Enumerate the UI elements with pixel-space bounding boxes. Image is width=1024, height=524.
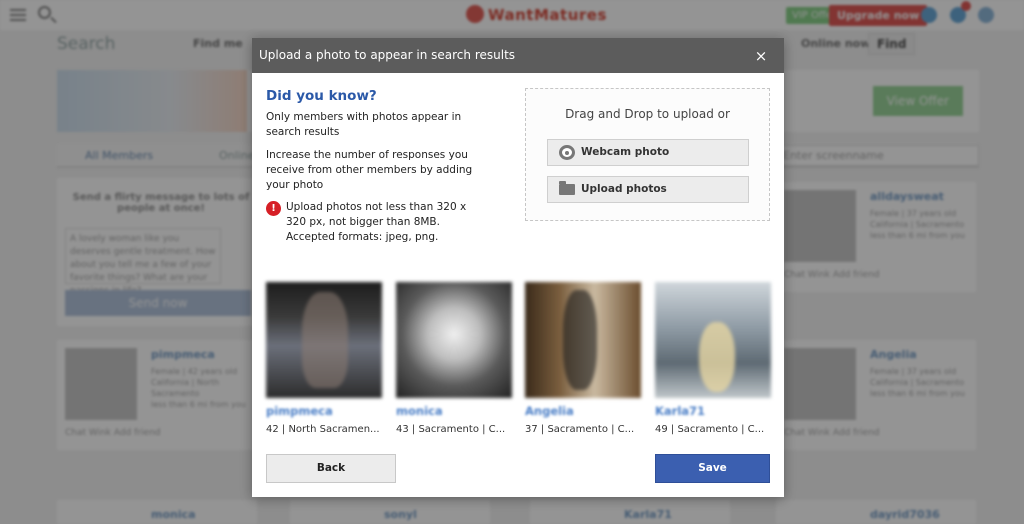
upload-photos-button[interactable]: Upload photos [547, 176, 749, 203]
webcam-icon [559, 145, 575, 160]
member-name: monica [396, 404, 443, 418]
upload-photos-label: Upload photos [581, 183, 667, 195]
member-photo [655, 282, 771, 398]
info-text-more-responses: Increase the number of responses you rec… [266, 149, 473, 191]
webcam-photo-button[interactable]: Webcam photo [547, 139, 749, 166]
warning-icon: ! [266, 201, 281, 216]
folder-icon [559, 181, 575, 195]
did-you-know-heading: Did you know? [266, 88, 377, 104]
member-photo [396, 282, 512, 398]
close-icon[interactable]: × [752, 47, 770, 65]
member-meta: 43 | Sacramento | C... [396, 424, 506, 435]
member-photo [525, 282, 641, 398]
upload-photo-dialog: Upload a photo to appear in search resul… [252, 38, 784, 497]
dialog-header: Upload a photo to appear in search resul… [252, 38, 784, 73]
member-meta: 49 | Sacramento | C... [655, 424, 765, 435]
upload-requirements-text: Upload photos not less than 320 x 320 px… [286, 201, 467, 243]
drag-drop-zone[interactable]: Drag and Drop to upload or Webcam photo … [525, 88, 770, 221]
dialog-title: Upload a photo to appear in search resul… [259, 48, 516, 62]
save-button[interactable]: Save [655, 454, 770, 483]
webcam-photo-label: Webcam photo [581, 146, 670, 158]
back-button[interactable]: Back [266, 454, 396, 483]
info-text-photos-required: Only members with photos appear in searc… [266, 111, 462, 138]
member-name: Angelia [525, 404, 574, 418]
dropzone-label: Drag and Drop to upload or [565, 107, 730, 121]
member-name: pimpmeca [266, 404, 333, 418]
member-photo [266, 282, 382, 398]
member-meta: 37 | Sacramento | C... [525, 424, 635, 435]
member-meta: 42 | North Sacramen... [266, 424, 380, 435]
member-name: Karla71 [655, 404, 706, 418]
